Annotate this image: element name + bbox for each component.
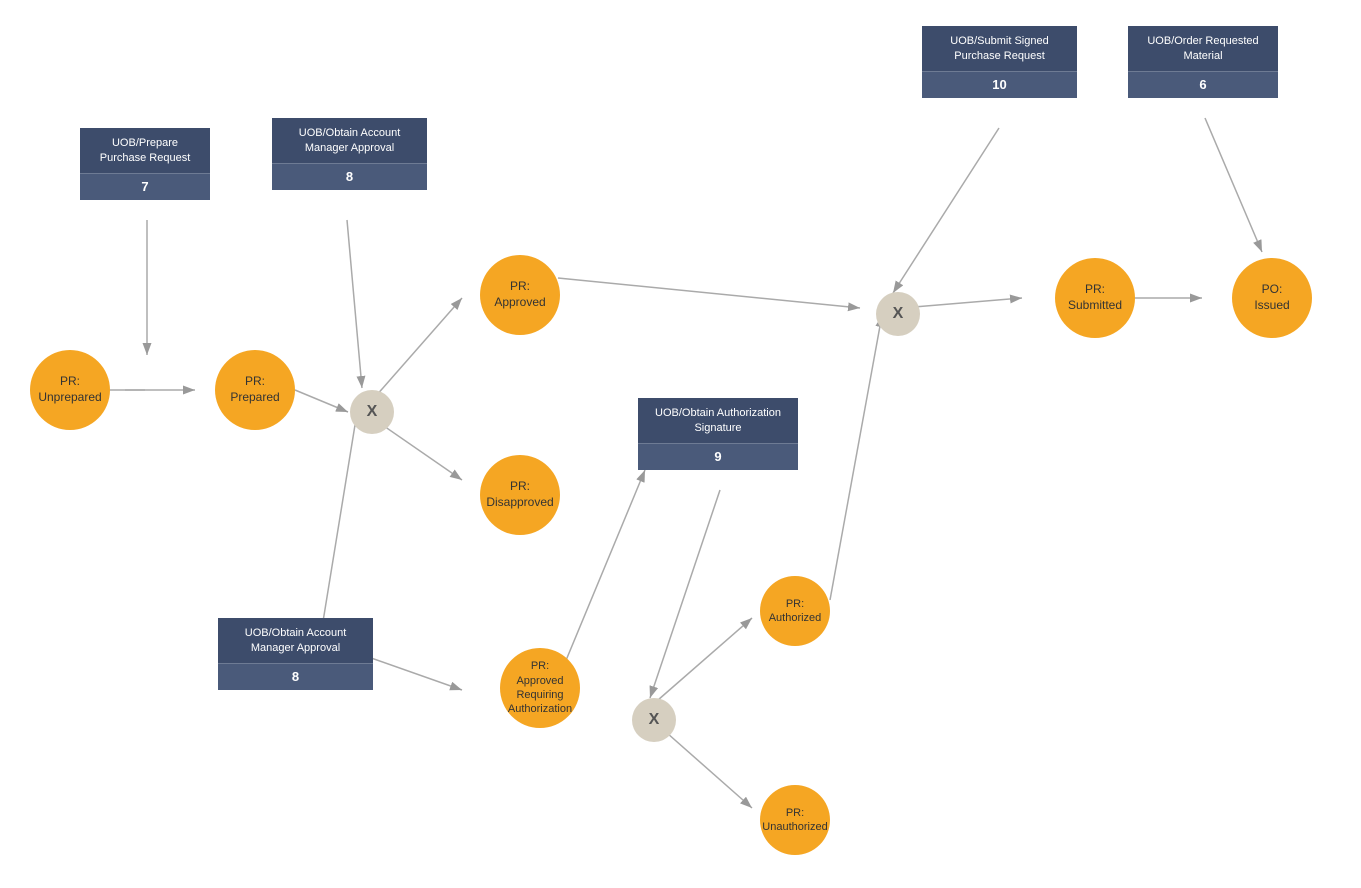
gateway1-node: X xyxy=(350,390,394,434)
pr-approved-req-auth-circle: PR: Approved Requiring Authorization xyxy=(500,648,580,728)
box-obtain-mgr-approval-top: UOB/Obtain Account Manager Approval 8 xyxy=(272,118,427,190)
pr-approved-req-auth-node: PR: Approved Requiring Authorization xyxy=(500,648,580,728)
gateway3-circle: X xyxy=(876,292,920,336)
pr-prepared-node: PR: Prepared xyxy=(215,350,295,430)
pr-unprepared-node: PR: Unprepared xyxy=(30,350,110,430)
pr-authorized-node: PR: Authorized xyxy=(760,576,830,646)
box-submit-signed-pr-number: 10 xyxy=(922,71,1077,98)
pr-approved-node: PR: Approved xyxy=(480,255,560,335)
box-obtain-auth-sig: UOB/Obtain Authorization Signature 9 xyxy=(638,398,798,470)
box-order-material-title: UOB/Order Requested Material xyxy=(1128,26,1278,71)
box-prepare-pr-title: UOB/Prepare Purchase Request xyxy=(80,128,210,173)
gateway1-circle: X xyxy=(350,390,394,434)
pr-unauthorized-circle: PR: Unauthorized xyxy=(760,785,830,855)
pr-authorized-circle: PR: Authorized xyxy=(760,576,830,646)
pr-unprepared-circle: PR: Unprepared xyxy=(30,350,110,430)
pr-unauthorized-node: PR: Unauthorized xyxy=(760,785,830,855)
box-prepare-pr-number: 7 xyxy=(80,173,210,200)
box-obtain-mgr-bottom-number: 8 xyxy=(218,663,373,690)
box-obtain-auth-sig-title: UOB/Obtain Authorization Signature xyxy=(638,398,798,443)
pr-prepared-circle: PR: Prepared xyxy=(215,350,295,430)
pr-approved-circle: PR: Approved xyxy=(480,255,560,335)
box-obtain-mgr-top-number: 8 xyxy=(272,163,427,190)
box-submit-signed-pr: UOB/Submit Signed Purchase Request 10 xyxy=(922,26,1077,98)
po-issued-circle: PO: Issued xyxy=(1232,258,1312,338)
box-obtain-auth-sig-number: 9 xyxy=(638,443,798,470)
gateway2-circle: X xyxy=(632,698,676,742)
box-order-material-number: 6 xyxy=(1128,71,1278,98)
gateway3-node: X xyxy=(876,292,920,336)
box-submit-signed-pr-title: UOB/Submit Signed Purchase Request xyxy=(922,26,1077,71)
box-obtain-mgr-approval-bottom: UOB/Obtain Account Manager Approval 8 xyxy=(218,618,373,690)
box-obtain-mgr-bottom-title: UOB/Obtain Account Manager Approval xyxy=(218,618,373,663)
box-order-material: UOB/Order Requested Material 6 xyxy=(1128,26,1278,98)
gateway2-node: X xyxy=(632,698,676,742)
workflow-diagram: PR: Unprepared PR: Prepared X PR: Approv… xyxy=(0,0,1361,888)
po-issued-node: PO: Issued xyxy=(1232,258,1312,338)
pr-submitted-circle: PR: Submitted xyxy=(1055,258,1135,338)
pr-disapproved-circle: PR: Disapproved xyxy=(480,455,560,535)
pr-submitted-node: PR: Submitted xyxy=(1055,258,1135,338)
box-obtain-mgr-top-title: UOB/Obtain Account Manager Approval xyxy=(272,118,427,163)
box-prepare-pr: UOB/Prepare Purchase Request 7 xyxy=(80,128,210,200)
pr-disapproved-node: PR: Disapproved xyxy=(480,455,560,535)
